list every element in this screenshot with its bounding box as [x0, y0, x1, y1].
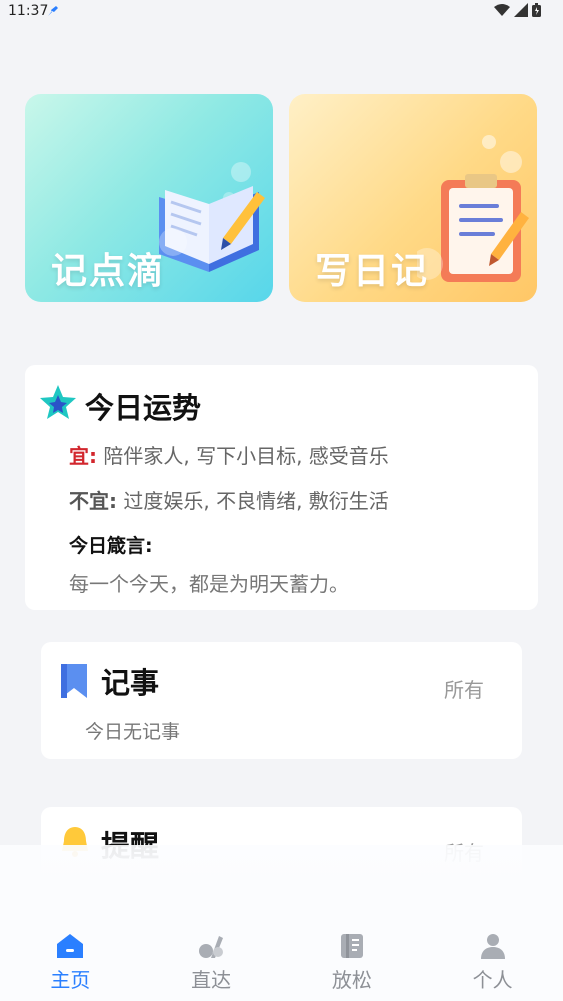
nav-direct-label: 直达: [191, 968, 232, 992]
good-label: 宜:: [69, 444, 97, 468]
wifi-icon: [494, 4, 510, 16]
nav-direct[interactable]: 直达: [141, 920, 282, 1001]
fortune-good-row: 宜: 陪伴家人, 写下小目标, 感受音乐: [69, 440, 389, 469]
motto-text: 每一个今天，都是为明天蓄力。: [69, 572, 349, 596]
app-notification-icon: [48, 6, 58, 16]
signal-icon: [514, 3, 528, 17]
write-diary-title: 写日记: [315, 251, 430, 292]
notes-title: 记事: [101, 666, 160, 700]
star-icon: [40, 385, 76, 419]
bad-label: 不宜:: [69, 489, 117, 513]
fortune-title: 今日运势: [85, 391, 202, 425]
status-bar: 11:37: [0, 0, 563, 24]
record-moments-title: 记点滴: [51, 251, 166, 292]
bookmark-icon: [61, 664, 87, 698]
notes-card[interactable]: 记事 所有 今日无记事: [41, 642, 522, 759]
status-time: 11:37: [8, 3, 49, 19]
direct-icon: [199, 936, 224, 958]
nav-relax-label: 放松: [331, 968, 372, 992]
daily-fortune-card: 今日运势 宜: 陪伴家人, 写下小目标, 感受音乐 不宜: 过度娱乐, 不良情绪…: [25, 365, 538, 610]
home-icon: [57, 934, 84, 958]
nav-relax[interactable]: 放松: [282, 920, 423, 1001]
good-text: 陪伴家人, 写下小目标, 感受音乐: [103, 444, 389, 468]
fortune-bad-row: 不宜: 过度娱乐, 不良情绪, 敷衍生活: [69, 485, 389, 514]
write-diary-card[interactable]: 写日记: [289, 94, 537, 302]
relax-icon: [340, 934, 363, 958]
profile-icon: [480, 934, 505, 959]
clipboard-pen-icon: [417, 135, 529, 282]
motto-label: 今日箴言:: [69, 535, 153, 557]
nav-profile-label: 个人: [472, 968, 513, 992]
nav-home[interactable]: 主页: [0, 920, 141, 1001]
bad-text: 过度娱乐, 不良情绪, 敷衍生活: [123, 489, 389, 513]
notes-all-link[interactable]: 所有: [444, 674, 484, 703]
open-book-pen-icon: [159, 162, 265, 272]
bottom-nav: 主页 直达 放松 个人: [0, 920, 563, 1001]
battery-icon: [532, 3, 541, 17]
notes-empty-text: 今日无记事: [85, 721, 181, 743]
nav-home-label: 主页: [50, 968, 91, 992]
record-moments-card[interactable]: 记点滴: [25, 94, 273, 302]
nav-profile[interactable]: 个人: [422, 920, 563, 1001]
status-icons: [494, 3, 541, 17]
